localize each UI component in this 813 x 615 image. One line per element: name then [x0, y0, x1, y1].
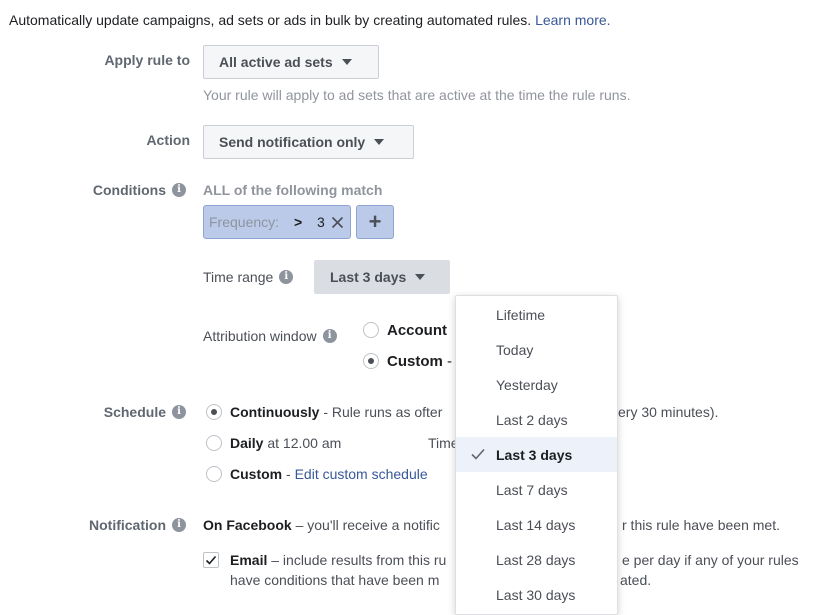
action-label: Action: [146, 132, 190, 148]
attribution-label-group: Attribution window i: [203, 328, 337, 344]
close-icon[interactable]: [331, 216, 344, 229]
caret-down-icon: [341, 59, 352, 65]
option-label: Last 30 days: [496, 586, 576, 603]
info-icon[interactable]: i: [279, 270, 294, 284]
attribution-custom-radio[interactable]: [363, 353, 379, 369]
plus-icon: +: [368, 209, 382, 234]
option-label: Yesterday: [496, 376, 558, 393]
schedule-label: Schedule: [103, 404, 166, 420]
apply-rule-value: All active ad sets: [219, 54, 333, 70]
time-range-option-last-28-days[interactable]: Last 28 days: [456, 542, 617, 577]
edit-custom-schedule-link[interactable]: Edit custom schedule: [295, 466, 428, 482]
time-range-option-today[interactable]: Today: [456, 332, 617, 367]
attribution-custom-label-group: Custom -: [387, 353, 452, 370]
condition-operator: >: [294, 214, 303, 230]
schedule-daily-desc: at 12.00 am: [263, 435, 342, 451]
time-range-option-yesterday[interactable]: Yesterday: [456, 367, 617, 402]
attribution-label: Attribution window: [203, 328, 317, 344]
option-label: Last 28 days: [496, 551, 576, 568]
schedule-custom-title: Custom: [230, 466, 283, 482]
learn-more-link[interactable]: Learn more.: [535, 12, 610, 28]
intro-description: Automatically update campaigns, ad sets …: [9, 12, 536, 28]
conditions-match-text: ALL of the following match: [203, 182, 383, 198]
caret-down-icon: [374, 139, 385, 145]
notification-email-title: Email: [230, 552, 268, 568]
check-icon: [471, 448, 485, 460]
time-range-option-lifetime[interactable]: Lifetime: [456, 297, 617, 332]
notification-facebook-text: On Facebook – you'll receive a notific: [203, 517, 440, 533]
option-label: Last 3 days: [496, 446, 573, 463]
condition-metric: Frequency:: [209, 214, 280, 230]
notification-email-text: Email – include results from this ru: [230, 552, 446, 568]
notification-label-group: Notification i: [40, 517, 186, 533]
caret-down-icon: [415, 274, 426, 280]
option-label: Last 14 days: [496, 516, 576, 533]
schedule-continuous-text: Continuously - Rule runs as ofter: [230, 404, 442, 420]
apply-rule-help: Your rule will apply to ad sets that are…: [203, 87, 631, 103]
apply-rule-dropdown[interactable]: All active ad sets: [203, 45, 379, 79]
condition-value: 3: [317, 214, 325, 230]
action-value: Send notification only: [219, 134, 366, 150]
attribution-custom-suffix: -: [442, 353, 453, 370]
schedule-continuous-desc: - Rule runs as ofter: [319, 404, 443, 420]
apply-rule-label: Apply rule to: [104, 52, 190, 68]
schedule-continuous-title: Continuously: [230, 404, 320, 420]
add-condition-button[interactable]: +: [356, 205, 394, 239]
condition-chip[interactable]: Frequency: > 3: [203, 205, 351, 239]
info-icon[interactable]: i: [172, 518, 186, 532]
time-range-option-last-2-days[interactable]: Last 2 days: [456, 402, 617, 437]
schedule-label-group: Schedule i: [60, 404, 186, 420]
notification-facebook-desc: – you'll receive a notific: [291, 517, 440, 533]
email-checkbox[interactable]: [203, 552, 219, 568]
option-label: Last 7 days: [496, 481, 568, 498]
conditions-label: Conditions: [92, 182, 166, 198]
schedule-daily-radio[interactable]: [206, 435, 222, 451]
time-range-option-last-7-days[interactable]: Last 7 days: [456, 472, 617, 507]
time-range-option-last-14-days[interactable]: Last 14 days: [456, 507, 617, 542]
schedule-continuous-radio[interactable]: [206, 404, 222, 420]
check-icon: [205, 555, 217, 565]
time-range-option-last-3-days[interactable]: Last 3 days: [456, 437, 617, 472]
info-icon[interactable]: i: [172, 183, 186, 197]
schedule-custom-text: Custom - Edit custom schedule: [230, 466, 428, 482]
info-icon[interactable]: i: [172, 405, 186, 419]
info-icon[interactable]: i: [322, 329, 337, 343]
schedule-custom-radio[interactable]: [206, 466, 222, 482]
time-range-dropdown[interactable]: Last 3 days: [314, 260, 450, 294]
notification-facebook-desc-end: r this rule have been met.: [622, 517, 780, 533]
conditions-label-group: Conditions i: [60, 182, 186, 198]
schedule-custom-sep: -: [282, 466, 295, 482]
time-range-label-group: Time range i: [203, 269, 294, 285]
time-range-menu: Lifetime Today Yesterday Last 2 days Las…: [455, 295, 618, 615]
time-range-label: Time range: [203, 269, 274, 285]
action-dropdown[interactable]: Send notification only: [203, 125, 414, 159]
option-label: Last 2 days: [496, 411, 568, 428]
attribution-account-label: Account: [387, 322, 447, 339]
notification-email-line2-end: ated.: [620, 572, 652, 588]
schedule-daily-title: Daily: [230, 435, 264, 451]
notification-label: Notification: [89, 517, 166, 533]
notification-facebook-title: On Facebook: [203, 517, 292, 533]
option-label: Today: [496, 341, 534, 358]
intro-text: Automatically update campaigns, ad sets …: [9, 12, 611, 28]
attribution-custom-label: Custom: [387, 353, 443, 370]
time-range-value: Last 3 days: [330, 269, 407, 285]
notification-email-desc-end: e per day if any of your rules: [622, 552, 799, 568]
schedule-continuous-desc-end: ery 30 minutes).: [618, 404, 719, 420]
option-label: Lifetime: [496, 306, 546, 323]
schedule-daily-time: Time: [428, 435, 459, 451]
notification-email-desc: – include results from this ru: [267, 552, 447, 568]
schedule-daily-text: Daily at 12.00 am: [230, 435, 341, 451]
attribution-account-radio[interactable]: [363, 322, 379, 338]
notification-email-line2: have conditions that have been m: [230, 572, 440, 588]
